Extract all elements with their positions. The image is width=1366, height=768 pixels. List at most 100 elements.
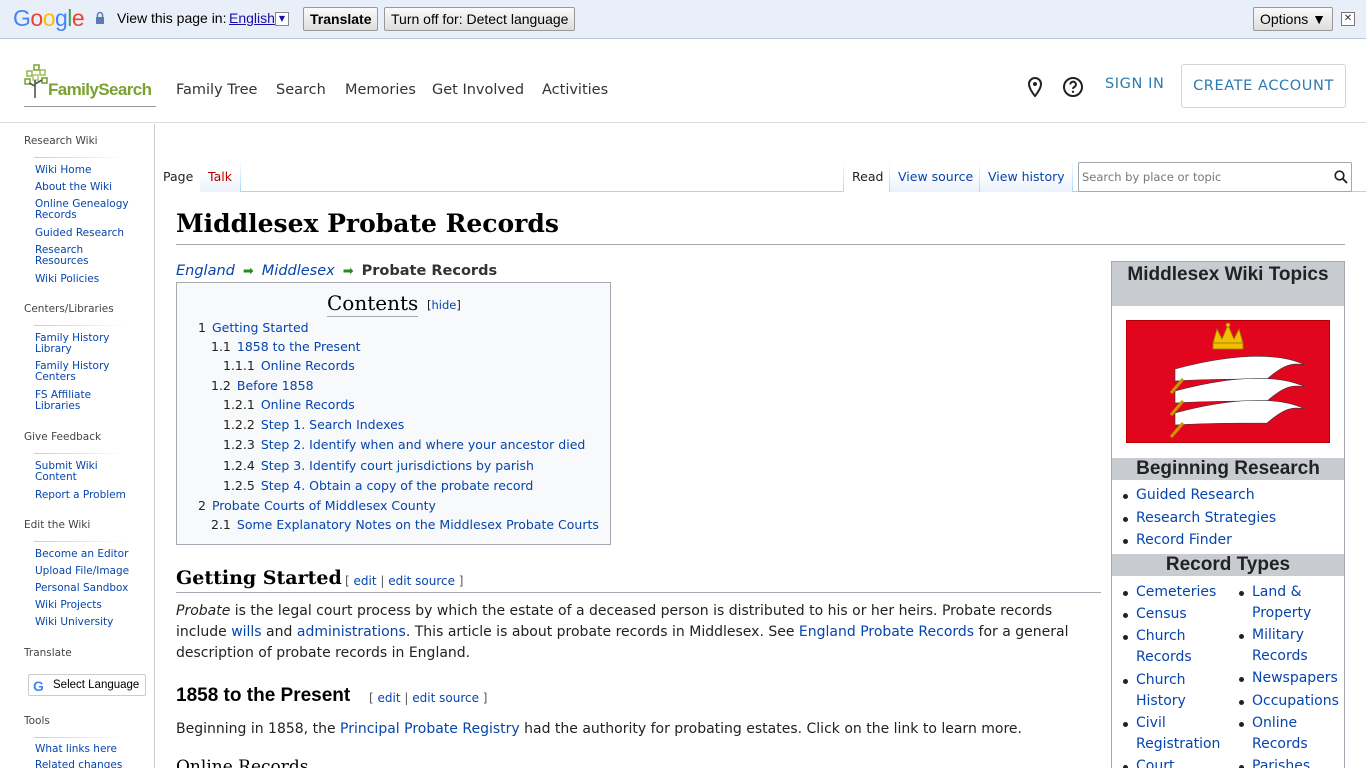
toc-item[interactable]: 2 Probate Courts of Middlesex County bbox=[198, 498, 436, 513]
tab-view-history[interactable]: View history bbox=[980, 160, 1073, 192]
sidebar-heading-centers: Centers/Libraries bbox=[24, 303, 114, 315]
sidebar-heading-translate: Translate bbox=[24, 647, 72, 659]
infobox-link[interactable]: Church History bbox=[1123, 670, 1206, 712]
nav-get-involved[interactable]: Get Involved bbox=[432, 82, 524, 98]
sidebar-item-what-links[interactable]: What links here bbox=[35, 744, 135, 755]
infobox-link[interactable]: Newspapers bbox=[1239, 668, 1338, 689]
toc-item[interactable]: 1.1 1858 to the Present bbox=[211, 339, 361, 354]
sidebar-item-sandbox[interactable]: Personal Sandbox bbox=[35, 583, 135, 594]
administrations-link[interactable]: administrations bbox=[297, 624, 406, 640]
nav-memories[interactable]: Memories bbox=[345, 82, 416, 98]
tab-view-source[interactable]: View source bbox=[890, 160, 982, 192]
divider bbox=[240, 160, 241, 192]
sidebar-item-guided-research[interactable]: Guided Research bbox=[35, 228, 135, 239]
sidebar-item-report-problem[interactable]: Report a Problem bbox=[35, 490, 135, 501]
toc-hide-link[interactable]: hide bbox=[432, 298, 457, 312]
sidebar-item-wiki-policies[interactable]: Wiki Policies bbox=[35, 274, 135, 285]
principal-probate-link[interactable]: Principal Probate Registry bbox=[340, 721, 520, 737]
infobox-link[interactable]: Parishes bbox=[1238, 756, 1310, 768]
familysearch-logo[interactable]: FamilySearch bbox=[24, 64, 156, 107]
sign-in-link[interactable]: SIGN IN bbox=[1105, 76, 1165, 92]
sidebar-item-become-editor[interactable]: Become an Editor bbox=[35, 549, 135, 560]
infobox-link[interactable]: Court bbox=[1122, 756, 1174, 768]
england-probate-link[interactable]: England Probate Records bbox=[799, 624, 974, 640]
nav-family-tree[interactable]: Family Tree bbox=[176, 82, 257, 98]
tab-talk[interactable]: Talk bbox=[200, 160, 240, 192]
edit-source-link[interactable]: edit source bbox=[388, 574, 455, 588]
divider bbox=[176, 244, 1345, 245]
tab-page[interactable]: Page bbox=[155, 160, 202, 192]
infobox-link[interactable]: Land & Property bbox=[1239, 582, 1322, 624]
language-select[interactable]: English bbox=[229, 10, 275, 26]
sidebar-heading-research-wiki: Research Wiki bbox=[24, 135, 98, 147]
edit-source-link[interactable]: edit source bbox=[412, 691, 479, 705]
toc-item[interactable]: 2.1 Some Explanatory Notes on the Middles… bbox=[211, 517, 599, 532]
close-icon[interactable]: ✕ bbox=[1341, 12, 1355, 26]
section-edit-links: [ edit | edit source ] bbox=[345, 574, 464, 588]
infobox-link[interactable]: Occupations bbox=[1239, 691, 1339, 712]
sidebar-item-related-changes[interactable]: Related changes bbox=[35, 760, 135, 768]
middlesex-flag bbox=[1126, 320, 1330, 443]
breadcrumb-middlesex[interactable]: Middlesex bbox=[262, 263, 335, 279]
divider bbox=[176, 592, 1101, 593]
translate-button[interactable]: Translate bbox=[303, 7, 379, 31]
select-language-button[interactable]: G Select Language bbox=[28, 674, 146, 696]
infobox-link[interactable]: Guided Research bbox=[1123, 485, 1255, 506]
create-account-button[interactable]: CREATE ACCOUNT bbox=[1181, 64, 1346, 108]
toc-title: Contents bbox=[327, 291, 419, 317]
infobox-link[interactable]: Census bbox=[1123, 604, 1187, 625]
sidebar-item-upload[interactable]: Upload File/Image bbox=[35, 566, 135, 577]
infobox-link[interactable]: Research Strategies bbox=[1122, 508, 1276, 529]
edit-link[interactable]: edit bbox=[378, 691, 401, 705]
toc-item[interactable]: 1.1.1 Online Records bbox=[223, 358, 355, 373]
toc-item[interactable]: 1.2.2 Step 1. Search Indexes bbox=[223, 417, 404, 432]
search-icon[interactable] bbox=[1334, 170, 1348, 184]
turn-off-button[interactable]: Turn off for: Detect language bbox=[384, 7, 576, 31]
language-dropdown-icon[interactable]: ▼ bbox=[275, 12, 289, 26]
options-button[interactable]: Options ▼ bbox=[1253, 7, 1333, 31]
infobox-heading-record-types: Record Types bbox=[1112, 554, 1344, 576]
sidebar-item-wiki-projects[interactable]: Wiki Projects bbox=[35, 600, 135, 611]
search-input[interactable] bbox=[1082, 168, 1322, 186]
divider bbox=[34, 453, 126, 454]
edit-link[interactable]: edit bbox=[354, 574, 377, 588]
sidebar-item-online-records[interactable]: Online Genealogy Records bbox=[35, 199, 135, 221]
sidebar-item-fs-affiliate[interactable]: FS Affiliate Libraries bbox=[35, 390, 135, 412]
divider bbox=[34, 737, 126, 738]
toc-item[interactable]: 1.2.1 Online Records bbox=[223, 397, 355, 412]
sidebar-item-submit-content[interactable]: Submit Wiki Content bbox=[35, 461, 135, 483]
logo-text: FamilySearch bbox=[48, 80, 152, 99]
infobox-link[interactable]: Online Records bbox=[1239, 713, 1322, 755]
sidebar-item-wiki-home[interactable]: Wiki Home bbox=[35, 165, 135, 176]
sidebar-item-fhc[interactable]: Family History Centers bbox=[35, 361, 135, 383]
infobox-link[interactable]: Military Records bbox=[1239, 625, 1322, 667]
nav-activities[interactable]: Activities bbox=[542, 82, 608, 98]
toc-item[interactable]: 1 Getting Started bbox=[198, 320, 309, 335]
tree-icon bbox=[24, 64, 48, 98]
toc-item[interactable]: 1.2 Before 1858 bbox=[211, 378, 314, 393]
wills-link[interactable]: wills bbox=[231, 624, 261, 640]
sidebar-item-wiki-university[interactable]: Wiki University bbox=[35, 617, 135, 628]
infobox-link[interactable]: Record Finder bbox=[1123, 530, 1232, 551]
help-icon[interactable] bbox=[1062, 75, 1084, 99]
sidebar-item-fhl[interactable]: Family History Library bbox=[35, 333, 135, 355]
location-pin-icon[interactable] bbox=[1024, 75, 1046, 99]
select-language-label: Select Language bbox=[53, 679, 140, 691]
1858-paragraph: Beginning in 1858, the Principal Probate… bbox=[176, 721, 1022, 737]
toc-item[interactable]: 1.2.5 Step 4. Obtain a copy of the probat… bbox=[223, 478, 533, 493]
tab-read[interactable]: Read bbox=[844, 160, 892, 192]
breadcrumb-england[interactable]: England bbox=[176, 263, 235, 279]
sidebar-item-research-resources[interactable]: Research Resources bbox=[35, 245, 135, 267]
sidebar-item-about[interactable]: About the Wiki bbox=[35, 182, 135, 193]
page-title: Middlesex Probate Records bbox=[176, 209, 559, 238]
infobox-title: Middlesex Wiki Topics bbox=[1112, 262, 1344, 306]
nav-search[interactable]: Search bbox=[276, 82, 326, 98]
toc-item[interactable]: 1.2.4 Step 3. Identify court jurisdiction… bbox=[223, 458, 534, 473]
breadcrumb: England ➡ Middlesex ➡ Probate Records bbox=[176, 263, 497, 279]
infobox-link[interactable]: Cemeteries bbox=[1122, 582, 1216, 603]
infobox-link[interactable]: Church Records bbox=[1123, 626, 1206, 668]
infobox-link[interactable]: Civil Registration bbox=[1123, 713, 1226, 755]
divider bbox=[34, 157, 126, 158]
divider bbox=[34, 325, 126, 326]
toc-item[interactable]: 1.2.3 Step 2. Identify when and where you… bbox=[223, 437, 585, 452]
